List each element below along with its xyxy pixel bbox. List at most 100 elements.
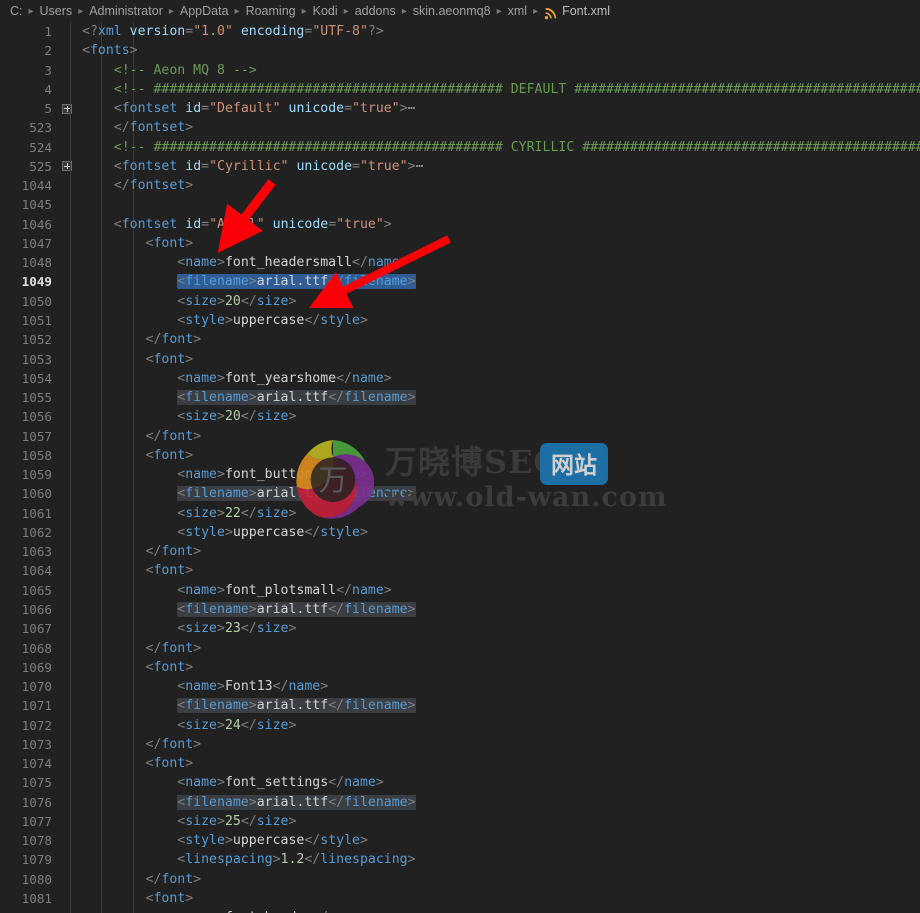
code-text[interactable]: <name>Font13</name> bbox=[74, 677, 920, 696]
code-line[interactable]: 1051 <style>uppercase</style> bbox=[0, 311, 920, 330]
code-line[interactable]: 1071 <filename>arial.ttf</filename> bbox=[0, 696, 920, 715]
code-line[interactable]: 1076 <filename>arial.ttf</filename> bbox=[0, 793, 920, 812]
code-text[interactable]: <font> bbox=[74, 658, 920, 677]
code-line[interactable]: 1047 <font> bbox=[0, 234, 920, 253]
code-text[interactable]: <filename>arial.ttf</filename> bbox=[74, 388, 920, 407]
code-line[interactable]: 1046 <fontset id="Arial" unicode="true"> bbox=[0, 215, 920, 234]
code-line[interactable]: 5 <fontset id="Default" unicode="true">⋯ bbox=[0, 99, 920, 118]
code-text[interactable]: <size>23</size> bbox=[74, 619, 920, 638]
code-text[interactable]: <filename>arial.ttf</filename> bbox=[74, 793, 920, 812]
code-line[interactable]: 1082 <name>font_header</name> bbox=[0, 908, 920, 913]
code-text[interactable]: </font> bbox=[74, 427, 920, 446]
code-text[interactable]: <style>uppercase</style> bbox=[74, 311, 920, 330]
code-line[interactable]: 1064 <font> bbox=[0, 561, 920, 580]
code-line[interactable]: 1048 <name>font_headersmall</name> bbox=[0, 253, 920, 272]
breadcrumb-item-5[interactable]: Kodi bbox=[313, 4, 338, 18]
code-text[interactable]: <fonts> bbox=[74, 41, 920, 60]
code-text[interactable]: <font> bbox=[74, 446, 920, 465]
code-text[interactable]: <size>25</size> bbox=[74, 812, 920, 831]
code-lines-container[interactable]: 1 <?xml version="1.0" encoding="UTF-8"?> 2… bbox=[0, 22, 920, 913]
code-line[interactable]: 524 <!-- ###############################… bbox=[0, 138, 920, 157]
breadcrumb-item-1[interactable]: Users bbox=[40, 4, 73, 18]
code-line[interactable]: 1059 <name>font_button</name> bbox=[0, 465, 920, 484]
code-line[interactable]: 1067 <size>23</size> bbox=[0, 619, 920, 638]
breadcrumb-item-7[interactable]: skin.aeonmq8 bbox=[413, 4, 491, 18]
code-text[interactable]: <filename>arial.ttf</filename> bbox=[74, 272, 920, 291]
code-line[interactable]: 1060 <filename>arial.ttf</filename> bbox=[0, 484, 920, 503]
code-line[interactable]: 1079 <linespacing>1.2</linespacing> bbox=[0, 850, 920, 869]
code-line[interactable]: 525 <fontset id="Cyrillic" unicode="true… bbox=[0, 157, 920, 176]
code-text[interactable]: <filename>arial.ttf</filename> bbox=[74, 696, 920, 715]
code-text[interactable]: <name>font_settings</name> bbox=[74, 773, 920, 792]
code-text[interactable]: <name>font_yearshome</name> bbox=[74, 369, 920, 388]
code-text[interactable]: <filename>arial.ttf</filename> bbox=[74, 600, 920, 619]
breadcrumb-item-3[interactable]: AppData bbox=[180, 4, 229, 18]
code-line[interactable]: 2 <fonts> bbox=[0, 41, 920, 60]
code-text[interactable]: <size>24</size> bbox=[74, 716, 920, 735]
code-editor[interactable]: 1 <?xml version="1.0" encoding="UTF-8"?> 2… bbox=[0, 22, 920, 913]
breadcrumb-item-8[interactable]: xml bbox=[508, 4, 527, 18]
fold-expand-icon[interactable] bbox=[60, 161, 74, 172]
code-text[interactable]: <!-- ###################################… bbox=[74, 80, 920, 99]
code-text[interactable]: </font> bbox=[74, 735, 920, 754]
code-text[interactable]: <font> bbox=[74, 889, 920, 908]
code-text[interactable]: <name>font_button</name> bbox=[74, 465, 920, 484]
code-line[interactable]: 1053 <font> bbox=[0, 350, 920, 369]
code-line[interactable]: 1057 </font> bbox=[0, 427, 920, 446]
code-line[interactable]: 1066 <filename>arial.ttf</filename> bbox=[0, 600, 920, 619]
code-line[interactable]: 1045 bbox=[0, 195, 920, 214]
code-text[interactable]: <name>font_headersmall</name> bbox=[74, 253, 920, 272]
code-line[interactable]: 1052 </font> bbox=[0, 330, 920, 349]
code-text[interactable]: <font> bbox=[74, 350, 920, 369]
code-text[interactable]: <style>uppercase</style> bbox=[74, 831, 920, 850]
breadcrumb-file-name[interactable]: Font.xml bbox=[562, 4, 610, 18]
code-text[interactable]: </font> bbox=[74, 542, 920, 561]
code-line[interactable]: 1078 <style>uppercase</style> bbox=[0, 831, 920, 850]
code-line[interactable]: 1073 </font> bbox=[0, 735, 920, 754]
code-line[interactable]: 1063 </font> bbox=[0, 542, 920, 561]
code-text[interactable]: <!-- Aeon MQ 8 --> bbox=[74, 61, 920, 80]
code-text[interactable]: <name>font_plotsmall</name> bbox=[74, 581, 920, 600]
code-line[interactable]: 1070 <name>Font13</name> bbox=[0, 677, 920, 696]
fold-expand-icon[interactable] bbox=[60, 103, 74, 114]
code-line[interactable]: 3 <!-- Aeon MQ 8 --> bbox=[0, 61, 920, 80]
code-text[interactable]: <size>22</size> bbox=[74, 504, 920, 523]
code-line[interactable]: 1050 <size>20</size> bbox=[0, 292, 920, 311]
breadcrumb[interactable]: C: ▸ Users ▸ Administrator ▸ AppData ▸ Roaming ▸ K… bbox=[0, 0, 920, 22]
code-line[interactable]: 4 <!-- #################################… bbox=[0, 80, 920, 99]
code-text[interactable]: <size>20</size> bbox=[74, 292, 920, 311]
code-line[interactable]: 1080 </font> bbox=[0, 870, 920, 889]
code-text[interactable]: <size>20</size> bbox=[74, 407, 920, 426]
code-line[interactable]: 1074 <font> bbox=[0, 754, 920, 773]
code-text[interactable]: </font> bbox=[74, 639, 920, 658]
code-line[interactable]: 1068 </font> bbox=[0, 639, 920, 658]
code-text[interactable]: <font> bbox=[74, 234, 920, 253]
code-line[interactable]: 1081 <font> bbox=[0, 889, 920, 908]
code-line[interactable]: 1075 <name>font_settings</name> bbox=[0, 773, 920, 792]
code-line[interactable]: 1077 <size>25</size> bbox=[0, 812, 920, 831]
code-text[interactable]: <fontset id="Cyrillic" unicode="true">⋯ bbox=[74, 157, 920, 176]
code-text[interactable]: <font> bbox=[74, 561, 920, 580]
breadcrumb-item-0[interactable]: C: bbox=[10, 4, 23, 18]
code-line[interactable]: 1055 <filename>arial.ttf</filename> bbox=[0, 388, 920, 407]
code-text[interactable]: </font> bbox=[74, 870, 920, 889]
code-line[interactable]: 1069 <font> bbox=[0, 658, 920, 677]
code-line[interactable]: 1049 <filename>arial.ttf</filename> bbox=[0, 272, 920, 291]
code-text[interactable]: <!-- ###################################… bbox=[74, 138, 920, 157]
code-line[interactable]: 1061 <size>22</size> bbox=[0, 504, 920, 523]
code-text[interactable]: <fontset id="Default" unicode="true">⋯ bbox=[74, 99, 920, 118]
code-line[interactable]: 1 <?xml version="1.0" encoding="UTF-8"?> bbox=[0, 22, 920, 41]
code-line[interactable]: 1054 <name>font_yearshome</name> bbox=[0, 369, 920, 388]
breadcrumb-item-6[interactable]: addons bbox=[355, 4, 396, 18]
breadcrumb-item-4[interactable]: Roaming bbox=[246, 4, 296, 18]
code-text[interactable]: <linespacing>1.2</linespacing> bbox=[74, 850, 920, 869]
code-line[interactable]: 1058 <font> bbox=[0, 446, 920, 465]
code-text[interactable]: </font> bbox=[74, 330, 920, 349]
code-line[interactable]: 1072 <size>24</size> bbox=[0, 716, 920, 735]
code-line[interactable]: 523 </fontset> bbox=[0, 118, 920, 137]
code-text[interactable]: <fontset id="Arial" unicode="true"> bbox=[74, 215, 920, 234]
code-text[interactable]: </fontset> bbox=[74, 118, 920, 137]
code-text[interactable]: <?xml version="1.0" encoding="UTF-8"?> bbox=[74, 22, 920, 41]
code-text[interactable]: </fontset> bbox=[74, 176, 920, 195]
code-text[interactable]: <name>font_header</name> bbox=[74, 908, 920, 913]
